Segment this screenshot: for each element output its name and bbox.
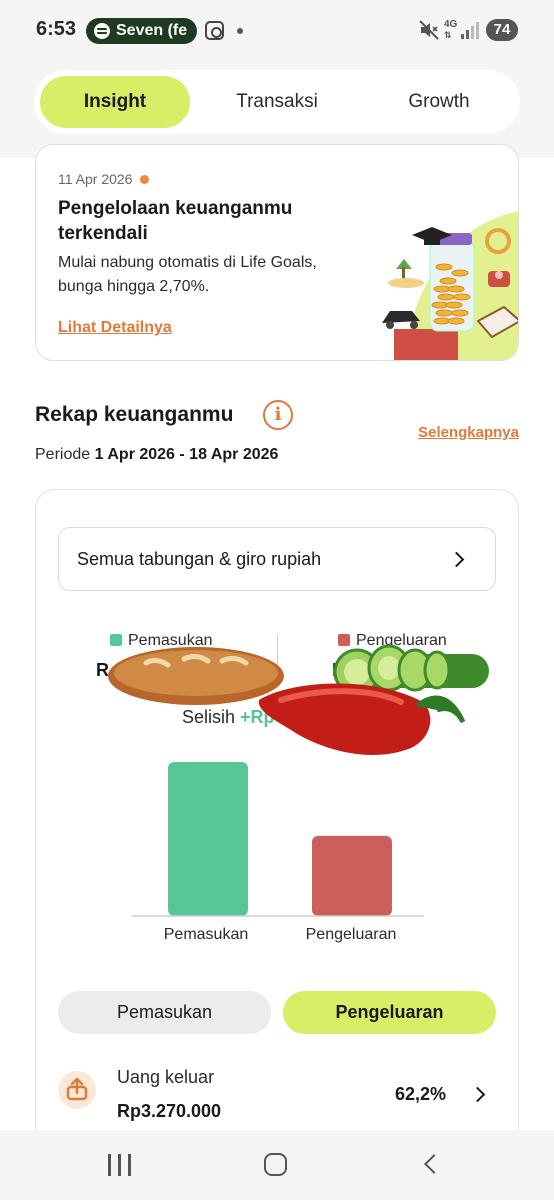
tab-bar: Insight Transaksi Growth	[34, 70, 520, 134]
promo-description: Mulai nabung otomatis di Life Goals, bun…	[58, 254, 317, 295]
recap-title: Rekap keuanganmu	[35, 403, 234, 426]
signal-icon	[461, 22, 479, 39]
outflow-label: Uang keluar	[117, 1067, 215, 1087]
back-icon[interactable]	[424, 1154, 444, 1174]
recent-apps-icon[interactable]	[108, 1154, 132, 1176]
bar-pengeluaran	[312, 835, 392, 916]
notification-dot-icon	[237, 28, 243, 34]
network-label: 4G	[444, 19, 458, 30]
status-time: 6:53	[36, 18, 77, 40]
period-text: Periode 1 Apr 2026 - 18 Apr 2026	[35, 446, 278, 464]
outflow-amount: Rp3.270.000	[117, 1101, 222, 1121]
system-nav-bar	[0, 1130, 554, 1200]
savings-jar-illustration	[382, 211, 518, 360]
difference-label: Selisih	[182, 707, 236, 727]
xlabel-expense: Pengeluaran	[305, 926, 397, 943]
bar-pemasukan	[168, 762, 248, 916]
outflow-icon	[58, 1071, 96, 1109]
promo-title: Pengelolaan keuanganmu terkendali	[58, 198, 293, 244]
media-pill-text: Seven (fe	[116, 22, 188, 39]
tab-transaksi[interactable]: Transaksi	[202, 76, 352, 128]
mute-icon	[419, 20, 439, 40]
xlabel-income: Pemasukan	[163, 926, 249, 943]
media-pill[interactable]: Seven (fe	[86, 18, 197, 44]
account-selector[interactable]: Semua tabungan & giro rupiah	[58, 527, 496, 591]
info-icon[interactable]: i	[263, 400, 293, 430]
chevron-right-icon	[448, 551, 465, 568]
new-indicator-dot	[140, 175, 149, 184]
outflow-row[interactable]: Uang keluar Rp3.270.000 62,2%	[58, 1066, 498, 1126]
spotify-icon	[94, 23, 110, 39]
income-expense-bar-chart	[132, 762, 424, 917]
status-bar: 6:53 Seven (fe 4G ⇅ 74	[0, 0, 554, 62]
toggle-income[interactable]: Pemasukan	[58, 991, 271, 1034]
chevron-right-icon	[469, 1086, 486, 1103]
data-arrows-icon: ⇅	[444, 30, 452, 40]
account-selector-label: Semua tabungan & giro rupiah	[77, 549, 322, 569]
summary-card: Semua tabungan & giro rupiah Pemasukan P…	[35, 489, 519, 1149]
battery-indicator: 74	[486, 19, 518, 41]
see-more-link[interactable]: Selengkapnya	[418, 424, 519, 441]
promo-card[interactable]: 11 Apr 2026 Pengelolaan keuanganmu terke…	[35, 144, 519, 361]
tab-insight[interactable]: Insight	[40, 76, 190, 128]
chili-sticker	[258, 683, 466, 755]
period-range: 1 Apr 2026 - 18 Apr 2026	[94, 446, 279, 463]
outflow-percent: 62,2%	[395, 1084, 447, 1104]
toggle-expense[interactable]: Pengeluaran	[283, 991, 496, 1034]
period-prefix: Periode	[35, 446, 91, 463]
home-icon[interactable]	[264, 1153, 287, 1176]
promo-detail-link[interactable]: Lihat Detailnya	[58, 319, 172, 337]
screenshot-icon	[205, 21, 224, 40]
promo-date: 11 Apr 2026	[58, 171, 133, 187]
tab-growth[interactable]: Growth	[364, 76, 514, 128]
network-type: 4G ⇅	[444, 20, 457, 41]
